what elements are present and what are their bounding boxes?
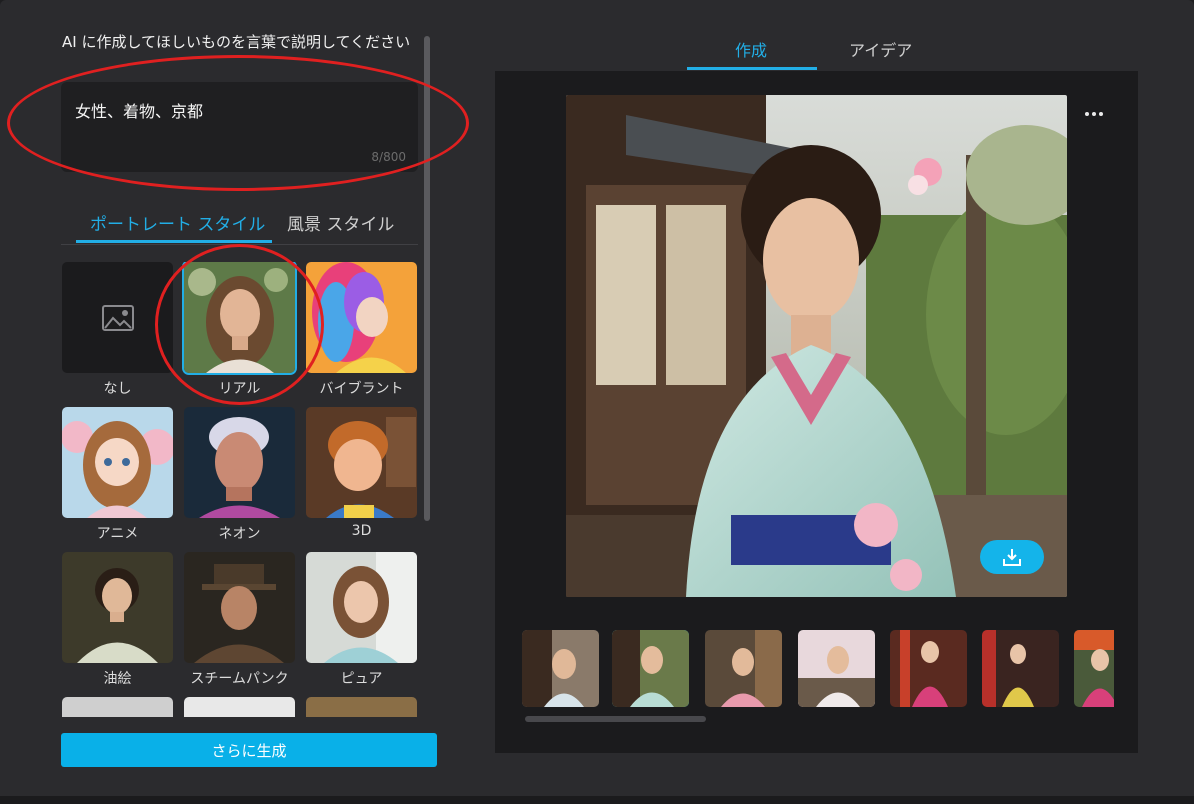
generate-more-button[interactable]: さらに生成 <box>61 733 437 767</box>
prompt-input[interactable]: 女性、着物、京都 8/800 <box>61 82 418 172</box>
top-tabs: 作成 アイデア <box>687 28 947 72</box>
thumbnail-item[interactable] <box>890 630 967 707</box>
style-tile-pure[interactable]: ピュア <box>306 552 417 688</box>
style-thumb-real[interactable] <box>184 262 295 373</box>
dot-icon <box>1099 112 1103 116</box>
tab-create[interactable]: 作成 <box>735 37 767 61</box>
prompt-text[interactable]: 女性、着物、京都 <box>75 98 203 122</box>
thumbnail-image <box>612 630 689 707</box>
style-tile-real[interactable]: リアル <box>184 262 295 398</box>
tab-landscape-style[interactable]: 風景 スタイル <box>287 210 394 235</box>
style-tile-3d[interactable]: 3D <box>306 407 417 539</box>
style-label: スチームパンク <box>190 671 289 687</box>
pure-portrait-image <box>306 552 417 663</box>
steampunk-portrait-image <box>184 552 295 663</box>
style-tile-steampunk[interactable]: スチームパンク <box>184 552 295 688</box>
thumbnail-image <box>1074 630 1114 707</box>
style-label: ピュア <box>340 671 383 687</box>
style-thumb-partial[interactable] <box>62 697 173 717</box>
style-tile-none[interactable]: なし <box>62 262 173 398</box>
thumbnail-item[interactable] <box>798 630 875 707</box>
active-top-tab-indicator <box>687 67 817 70</box>
thumbnail-item[interactable] <box>522 630 599 707</box>
style-label: 3D <box>351 523 372 539</box>
thumbnail-image <box>798 630 875 707</box>
style-tabs: ポートレート スタイル 風景 スタイル <box>61 200 418 245</box>
style-tile-partial[interactable] <box>184 697 295 717</box>
thumbnail-item[interactable] <box>982 630 1059 707</box>
vibrant-portrait-image <box>306 262 417 373</box>
generated-image[interactable] <box>566 95 1067 597</box>
generated-thumbnails <box>522 630 1114 708</box>
style-tile-anime[interactable]: アニメ <box>62 407 173 543</box>
window-bottom-edge <box>0 796 1194 804</box>
thumbnail-scrollbar[interactable] <box>525 716 706 722</box>
kimono-woman-image <box>566 95 1067 597</box>
style-label: アニメ <box>96 526 139 542</box>
more-options-button[interactable] <box>1081 104 1107 124</box>
tab-portrait-style[interactable]: ポートレート スタイル <box>90 210 265 235</box>
tab-ideas[interactable]: アイデア <box>849 37 912 61</box>
thumbnail-image <box>982 630 1059 707</box>
neon-portrait-image <box>184 407 295 518</box>
anime-portrait-image <box>62 407 173 518</box>
style-thumb-3d[interactable] <box>306 407 417 518</box>
style-thumb-steampunk[interactable] <box>184 552 295 663</box>
style-tile-partial[interactable] <box>62 697 173 717</box>
active-tab-indicator <box>76 240 272 243</box>
style-thumb-neon[interactable] <box>184 407 295 518</box>
thumbnail-item[interactable] <box>1074 630 1114 707</box>
style-tile-oil-painting[interactable]: 油絵 <box>62 552 173 688</box>
download-button[interactable] <box>980 540 1044 574</box>
char-count: 8/800 <box>371 150 406 164</box>
thumbnail-image <box>522 630 599 707</box>
style-label: リアル <box>218 381 261 397</box>
style-label: なし <box>103 381 132 397</box>
prompt-label: AI に作成してほしいものを言葉で説明してください <box>62 33 411 51</box>
style-thumb-partial[interactable] <box>306 697 417 717</box>
style-thumb-partial[interactable] <box>184 697 295 717</box>
style-label: ネオン <box>218 526 261 542</box>
style-tile-neon[interactable]: ネオン <box>184 407 295 543</box>
style-thumb-none[interactable] <box>62 262 173 373</box>
style-thumb-vibrant[interactable] <box>306 262 417 373</box>
oil-painting-portrait-image <box>62 552 173 663</box>
left-panel: AI に作成してほしいものを言葉で説明してください 女性、着物、京都 8/800… <box>0 0 440 796</box>
app-window: AI に作成してほしいものを言葉で説明してください 女性、着物、京都 8/800… <box>0 0 1194 804</box>
style-grid: なし リアル バイブラント アニメ ネオン 3D 油絵 スチームパンク ピュア <box>62 262 418 717</box>
download-icon <box>1003 549 1021 566</box>
thumbnail-item-selected[interactable] <box>612 630 689 707</box>
style-thumb-anime[interactable] <box>62 407 173 518</box>
thumbnail-image <box>890 630 967 707</box>
style-label: バイブラント <box>319 381 404 397</box>
dot-icon <box>1085 112 1089 116</box>
style-tile-partial[interactable] <box>306 697 417 717</box>
thumbnail-image <box>705 630 782 707</box>
style-label: 油絵 <box>103 671 132 687</box>
real-portrait-image <box>184 262 295 373</box>
style-panel-scrollbar[interactable] <box>424 36 430 521</box>
style-thumb-pure[interactable] <box>306 552 417 663</box>
style-tile-vibrant[interactable]: バイブラント <box>306 262 417 398</box>
style-thumb-oil-painting[interactable] <box>62 552 173 663</box>
3d-portrait-image <box>306 407 417 518</box>
dot-icon <box>1092 112 1096 116</box>
image-placeholder-icon <box>101 304 134 331</box>
thumbnail-item[interactable] <box>705 630 782 707</box>
